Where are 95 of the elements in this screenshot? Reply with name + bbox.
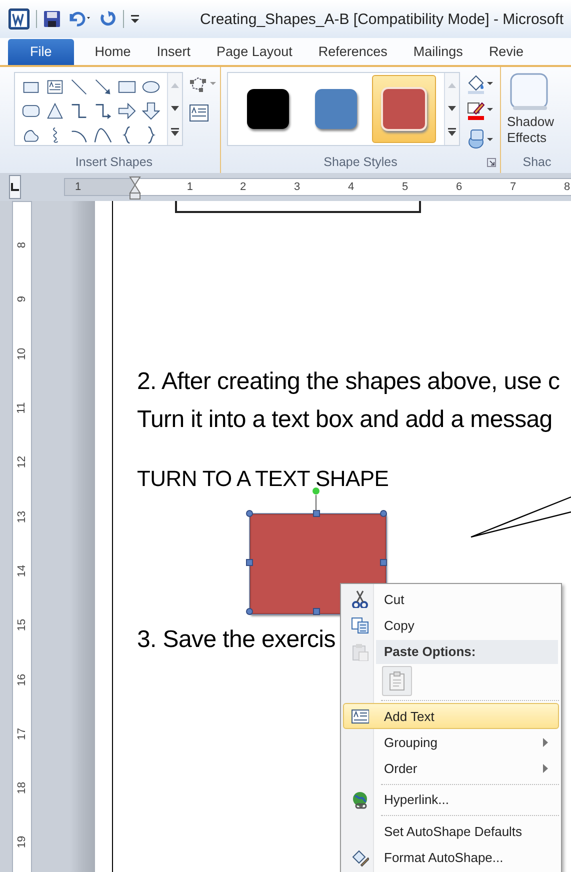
tab-stop-icon[interactable] bbox=[10, 182, 20, 192]
outline-pen-icon[interactable] bbox=[466, 100, 494, 122]
ruler-number: 10 bbox=[16, 348, 28, 360]
edit-shape-icon[interactable] bbox=[189, 76, 217, 94]
rounded-rectangle-icon[interactable] bbox=[22, 102, 40, 120]
elbow-arrow-icon[interactable] bbox=[94, 102, 112, 120]
text-box-icon[interactable] bbox=[46, 78, 64, 96]
heading-text: TURN TO A TEXT SHAPE bbox=[137, 466, 389, 492]
window-title: Creating_Shapes_A-B [Compatibility Mode] - Microsoft bbox=[200, 10, 564, 28]
paragraph-text: 2. After creating the shapes above, use c bbox=[137, 368, 560, 396]
ruler-number: 3 bbox=[294, 180, 300, 195]
scissors-icon bbox=[351, 590, 369, 608]
ruler-number: 11 bbox=[16, 402, 28, 414]
ruler-number: 8 bbox=[16, 242, 28, 248]
rotation-handle-icon[interactable] bbox=[312, 487, 320, 511]
resize-handle[interactable] bbox=[380, 510, 387, 517]
ruler-number: 9 bbox=[16, 296, 28, 302]
right-arrow-icon[interactable] bbox=[118, 102, 136, 120]
text-box-icon[interactable] bbox=[189, 104, 209, 122]
menu-item[interactable]: Add Text bbox=[343, 702, 559, 730]
menu-item[interactable]: Format AutoShape... bbox=[343, 844, 559, 871]
menu-item[interactable]: Set AutoShape Defaults bbox=[343, 818, 559, 844]
ruler-number: 1 bbox=[186, 180, 193, 195]
paragraph-text: Turn it into a text box and add a messag bbox=[137, 406, 552, 434]
group-label: Insert Shapes bbox=[75, 155, 153, 169]
ruler-number: 12 bbox=[16, 456, 28, 468]
elbow-connector-icon[interactable] bbox=[70, 102, 88, 120]
ruler-number: 6 bbox=[456, 180, 462, 195]
expand-gallery-icon[interactable] bbox=[170, 127, 180, 138]
ruler-number: 15 bbox=[16, 619, 28, 632]
globe-link-icon bbox=[351, 790, 369, 809]
ruler-number: 1 bbox=[75, 180, 82, 195]
ribbon-tab[interactable]: Mailings bbox=[400, 39, 476, 65]
arrow-icon[interactable] bbox=[94, 78, 112, 96]
shape-style-swatch[interactable] bbox=[381, 87, 427, 131]
ruler-number: 17 bbox=[16, 728, 28, 740]
oval-icon[interactable] bbox=[142, 78, 160, 96]
menu-section-header: Paste Options: bbox=[376, 640, 558, 664]
ruler-number: 13 bbox=[16, 510, 28, 523]
shadow-effects-button[interactable]: Shadow Effects bbox=[507, 72, 567, 152]
resize-handle[interactable] bbox=[246, 608, 253, 615]
file-tab[interactable]: File bbox=[8, 39, 74, 65]
fill-bucket-icon[interactable] bbox=[466, 74, 494, 94]
ruler-number: 7 bbox=[510, 180, 516, 195]
menu-item[interactable]: Order bbox=[343, 755, 559, 782]
redo-icon[interactable] bbox=[99, 10, 117, 28]
shape-effects-icon[interactable] bbox=[466, 128, 494, 150]
ribbon-tab[interactable]: Insert bbox=[144, 39, 204, 65]
format-shape-icon bbox=[351, 848, 369, 867]
ruler-number: 16 bbox=[16, 673, 28, 686]
ruler-number: 2 bbox=[240, 180, 246, 195]
scroll-down-icon[interactable] bbox=[170, 104, 180, 112]
ruler-number: 5 bbox=[402, 180, 408, 195]
resize-handle[interactable] bbox=[380, 559, 387, 566]
ribbon-tab[interactable]: Page Layout bbox=[204, 39, 306, 65]
document-icon bbox=[389, 671, 405, 692]
customize-caret-icon[interactable] bbox=[130, 13, 140, 25]
text-box-icon bbox=[351, 707, 369, 726]
resize-handle[interactable] bbox=[246, 510, 253, 517]
scroll-down-icon[interactable] bbox=[447, 104, 457, 112]
indent-marker-icon[interactable] bbox=[129, 176, 141, 200]
menu-item[interactable]: Grouping bbox=[343, 729, 559, 756]
triangle-icon[interactable] bbox=[46, 102, 64, 120]
dialog-launcher-icon[interactable] bbox=[487, 158, 496, 167]
down-arrow-icon[interactable] bbox=[142, 102, 160, 120]
group-label: Shape Styles bbox=[324, 155, 398, 169]
rectangle-icon[interactable] bbox=[118, 78, 136, 96]
undo-icon[interactable] bbox=[67, 10, 93, 28]
shape-style-swatch[interactable] bbox=[315, 89, 357, 129]
ribbon-tab[interactable]: References bbox=[305, 39, 400, 65]
menu-item[interactable]: Copy bbox=[343, 612, 559, 639]
menu-item[interactable]: Cut bbox=[343, 586, 559, 612]
save-icon[interactable] bbox=[43, 10, 61, 28]
menu-item[interactable]: Hyperlink... bbox=[343, 786, 559, 814]
submenu-arrow-icon bbox=[543, 764, 548, 774]
curve-icon[interactable] bbox=[94, 126, 112, 144]
group-label: Shac bbox=[522, 155, 552, 169]
clipboard-icon bbox=[351, 642, 369, 661]
ruler-number: 4 bbox=[348, 180, 354, 195]
resize-handle[interactable] bbox=[313, 608, 320, 615]
resize-handle[interactable] bbox=[246, 559, 253, 566]
shape-style-swatch[interactable] bbox=[247, 89, 289, 129]
ruler-number: 19 bbox=[16, 836, 28, 849]
word-icon[interactable] bbox=[8, 8, 30, 30]
ribbon-tab[interactable]: Revie bbox=[476, 39, 536, 65]
ruler-number: 14 bbox=[16, 564, 28, 578]
paragraph-text: 3. Save the exercis bbox=[137, 626, 336, 654]
ribbon-tab[interactable]: Home bbox=[82, 39, 144, 65]
ruler-number: 18 bbox=[16, 782, 28, 794]
ruler-number: 8 bbox=[564, 180, 570, 195]
copy-icon bbox=[351, 616, 369, 634]
expand-gallery-icon[interactable] bbox=[447, 127, 457, 138]
submenu-arrow-icon bbox=[543, 738, 548, 747]
line-icon[interactable] bbox=[70, 78, 88, 96]
resize-handle[interactable] bbox=[313, 510, 320, 517]
